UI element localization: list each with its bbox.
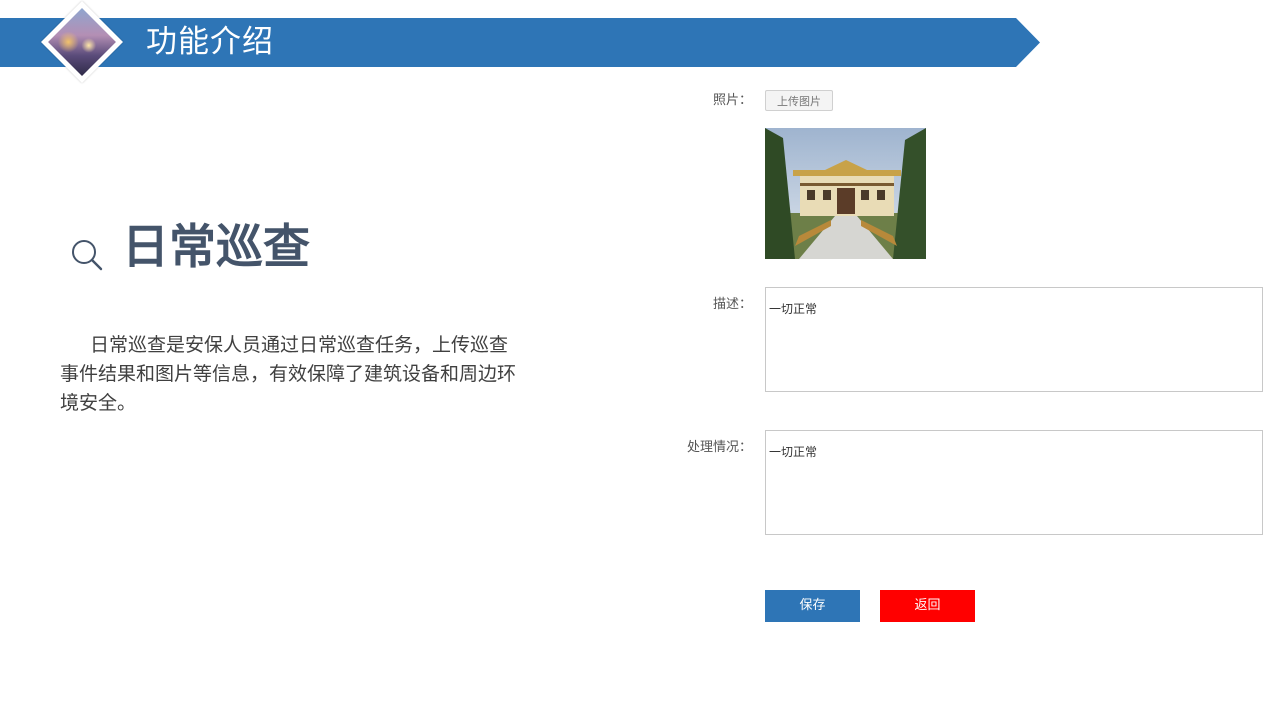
city-logo-icon bbox=[40, 0, 124, 84]
save-button[interactable]: 保存 bbox=[765, 590, 860, 622]
back-button[interactable]: 返回 bbox=[880, 590, 975, 622]
search-icon bbox=[72, 240, 103, 271]
section-title: 日常巡查 bbox=[122, 220, 310, 275]
handling-label: 处理情况： bbox=[686, 440, 752, 455]
upload-image-button[interactable]: 上传图片 bbox=[765, 90, 833, 111]
handling-textarea[interactable]: 一切正常 bbox=[765, 430, 1263, 535]
description-textarea[interactable]: 一切正常 bbox=[765, 287, 1263, 392]
section-description: 日常巡查是安保人员通过日常巡查任务，上传巡查事件结果和图片等信息，有效保障了建筑… bbox=[60, 334, 517, 414]
patrol-photo bbox=[765, 128, 926, 259]
photo-label: 照片： bbox=[712, 93, 752, 108]
description-label: 描述： bbox=[712, 297, 752, 312]
header-title: 功能介绍 bbox=[146, 24, 274, 60]
